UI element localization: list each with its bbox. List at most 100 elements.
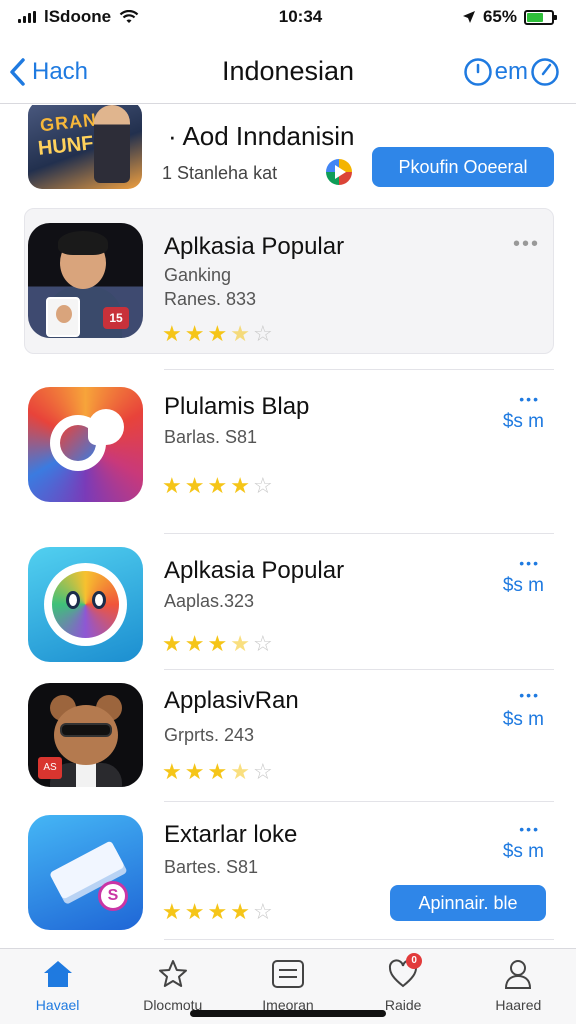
clock: 10:34 (278, 7, 323, 26)
app-name: Extarlar loke (164, 821, 298, 848)
app-name: Plulamis Blap (164, 393, 310, 420)
app-category: Ganking (164, 265, 232, 285)
tab-home[interactable]: Havael (8, 957, 108, 1024)
more-options-button[interactable]: ••• (519, 555, 540, 571)
app-list: GRANKS HUNF · Aod Inndanisin 1 Stanleha … (0, 105, 576, 948)
wifi-icon (119, 10, 139, 23)
star-empty-icon: ☆ (252, 321, 273, 346)
price-button[interactable]: $s m (503, 411, 544, 433)
battery-level (526, 12, 543, 22)
more-options-button[interactable]: ••• (519, 391, 540, 407)
star-empty-icon: ☆ (252, 899, 273, 924)
tab-label: Haared (495, 997, 542, 1013)
inset-photo (46, 297, 80, 337)
divider (164, 533, 554, 534)
home-icon (43, 961, 72, 987)
status-bar: lSdoone 10:34 65% (0, 0, 576, 34)
star-filled-icon: ★ (184, 899, 205, 924)
star-filled-icon: ★ (207, 321, 228, 346)
battery-icon (523, 9, 557, 25)
featured-title: · Aod Inndanisin (168, 121, 355, 151)
app-name: ApplasivRan (164, 687, 299, 714)
tab-label: Raide (384, 997, 422, 1013)
star-rating: ★ ★ ★ ★ ☆ (162, 321, 273, 347)
app-icon-note: S (28, 815, 143, 930)
nav-right-label: em (494, 57, 528, 85)
star-half-icon: ★ (230, 321, 250, 346)
app-name: Aplkasia Popular (164, 557, 345, 584)
app-badge: S (98, 881, 128, 911)
star-filled-icon: ★ (162, 759, 182, 784)
navigation-bar: Hach Indonesian em (0, 40, 576, 104)
star-filled-icon: ★ (207, 631, 228, 656)
star-filled-icon: ★ (207, 473, 228, 498)
location-arrow-icon (462, 11, 475, 23)
back-button[interactable]: Hach (8, 57, 88, 87)
chevron-left-icon (10, 57, 25, 86)
notification-badge: 0 (406, 953, 423, 969)
star-filled-icon: ★ (207, 899, 228, 924)
star-filled-icon: ★ (184, 631, 205, 656)
star-empty-icon: ☆ (252, 631, 273, 656)
featured-card[interactable]: GRANKS HUNF · Aod Inndanisin 1 Stanleha … (0, 105, 576, 197)
star-filled-icon: ★ (162, 899, 182, 924)
app-icon-bear: AS (28, 683, 143, 787)
clock-icon (463, 57, 492, 86)
star-rating: ★ ★ ★ ★ ☆ (162, 631, 273, 657)
star-filled-icon: ★ (184, 321, 205, 346)
carrier-name: lSdoone (44, 7, 112, 26)
app-category: Aaplas.323 (164, 591, 255, 611)
battery-percent: 65% (482, 7, 517, 26)
star-filled-icon: ★ (184, 759, 205, 784)
star-filled-icon: ★ (184, 473, 205, 498)
star-rating: ★ ★ ★ ★ ☆ (162, 473, 273, 499)
app-action-button[interactable]: Apinnair. ble (390, 885, 546, 921)
star-filled-icon: ★ (162, 321, 182, 346)
compass-icon (531, 57, 559, 86)
tab-label: Havael (35, 997, 80, 1013)
cellular-signal-icon (18, 11, 36, 23)
star-filled-icon: ★ (162, 473, 182, 498)
price-button[interactable]: $s m (503, 575, 544, 597)
back-button-label: Hach (32, 57, 89, 85)
app-icon-burst (28, 387, 143, 502)
more-options-button[interactable]: ••• (519, 821, 540, 837)
star-half-icon: ★ (230, 759, 250, 784)
app-icon-smiley (28, 547, 143, 662)
divider (164, 369, 554, 370)
star-filled-icon: ★ (230, 899, 250, 924)
star-filled-icon: ★ (230, 473, 250, 498)
featured-subtitle: 1 Stanleha kat (162, 163, 278, 183)
featured-action-button[interactable]: Pkoufin Ooeeral (372, 147, 554, 187)
person-icon (505, 960, 532, 989)
app-category: Grprts. 243 (164, 725, 255, 745)
featured-thumbnail: GRANKS HUNF (28, 105, 142, 189)
star-empty-icon: ☆ (252, 759, 273, 784)
star-rating: ★ ★ ★ ★ ☆ (162, 759, 273, 785)
app-badge: 15 (103, 307, 129, 329)
thumbnail-text-2: HUNF (36, 132, 95, 160)
price-button[interactable]: $s m (503, 841, 544, 863)
person-image (94, 105, 130, 183)
app-ranking: Ranes. 833 (164, 289, 257, 309)
app-icon-kid-portrait: 15 (28, 223, 143, 338)
nav-right-button[interactable]: em (463, 57, 560, 87)
more-options-button[interactable]: ••• (519, 687, 540, 703)
app-badge: AS (38, 757, 62, 779)
star-icon (158, 960, 187, 987)
home-indicator[interactable] (190, 1010, 386, 1017)
star-empty-icon: ☆ (252, 473, 273, 498)
google-play-icon (326, 159, 352, 185)
list-icon (271, 960, 304, 988)
star-filled-icon: ★ (162, 631, 182, 656)
divider (164, 801, 554, 802)
app-name: Aplkasia Popular (164, 233, 345, 260)
app-category: Bartes. S81 (164, 857, 259, 877)
price-button[interactable]: $s m (503, 709, 544, 731)
tab-profile[interactable]: Haared (468, 957, 568, 1024)
app-category: Barlas. S81 (164, 427, 258, 447)
star-half-icon: ★ (230, 631, 250, 656)
divider (164, 669, 554, 670)
more-options-button[interactable]: ••• (513, 233, 540, 256)
star-filled-icon: ★ (207, 759, 228, 784)
